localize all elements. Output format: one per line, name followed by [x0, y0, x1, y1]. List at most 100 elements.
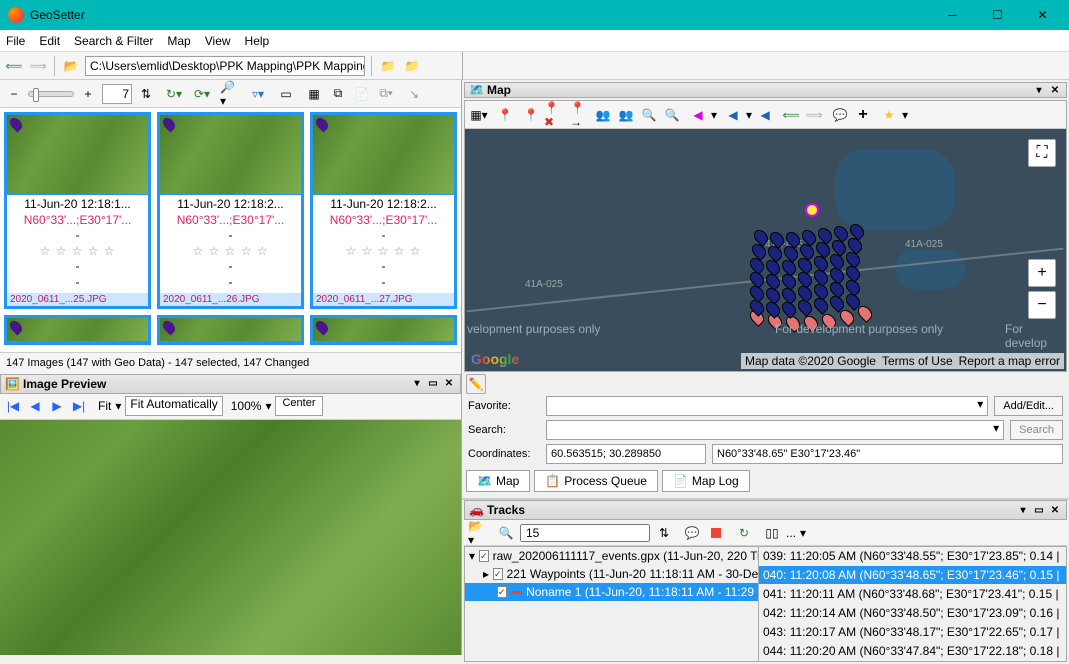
tree-noname-row[interactable]: ✓ Noname 1 (11-Jun-20, 11:18:11 AM - 11:… [465, 583, 758, 601]
tracks-point-list[interactable]: 039: 11:20:05 AM (N60°33'48.55"; E30°17'… [759, 547, 1066, 661]
track-open-icon[interactable]: 📂▾ [468, 523, 488, 543]
track-point-row[interactable]: 042: 11:20:14 AM (N60°33'48.50"; E30°17'… [759, 604, 1066, 623]
map-tab-button[interactable]: 🗺️Map [466, 470, 530, 492]
arrow-r-icon[interactable]: ◀ [755, 105, 775, 125]
track-search-icon[interactable]: 🔍 [496, 523, 516, 543]
flag-dd-icon[interactable]: ▾ [711, 108, 717, 122]
addedit-button[interactable]: Add/Edit... [994, 396, 1063, 416]
checkbox[interactable]: ✓ [479, 550, 489, 562]
minimize-button[interactable]: ─ [930, 0, 975, 30]
track-point-row[interactable]: 040: 11:20:08 AM (N60°33'48.65"; E30°17'… [759, 566, 1066, 585]
thumb-zoom-value[interactable] [102, 84, 132, 104]
maximize-button[interactable]: ☐ [975, 0, 1020, 30]
coords-dms-input[interactable] [712, 444, 1063, 464]
pane-restore-icon[interactable]: ▭ [426, 377, 440, 391]
thumbnail-item[interactable]: 11-Jun-20 12:18:1... N60°33'...;E30°17'.… [4, 112, 151, 309]
thumbnail-item[interactable] [157, 315, 304, 345]
thumb-zoom-updown-icon[interactable]: ⇅ [136, 84, 156, 104]
arrow-l-dd-icon[interactable]: ▾ [746, 108, 752, 122]
tracks-tree[interactable]: ▾ ✓ raw_202006111117_events.gpx (11-Jun-… [465, 547, 759, 661]
star-icon[interactable]: ★ [879, 105, 899, 125]
map-menu-icon[interactable]: ▾ [1032, 83, 1046, 97]
menu-search-filter[interactable]: Search & Filter [74, 34, 153, 48]
map-back-icon[interactable]: ⟸ [781, 105, 801, 125]
track-spinner[interactable] [520, 524, 650, 542]
users-find2-icon[interactable]: 🔍 [662, 105, 682, 125]
export-icon[interactable]: ↘ [404, 84, 424, 104]
tracks-restore-icon[interactable]: ▭ [1032, 503, 1046, 517]
center-button[interactable]: Center [275, 396, 322, 416]
track-layout-icon[interactable]: ▯▯ [762, 523, 782, 543]
map-fwd-icon[interactable]: ⟹ [804, 105, 824, 125]
fullscreen-icon[interactable]: ⛶ [1028, 139, 1056, 167]
thumbnail-pane[interactable]: 11-Jun-20 12:18:1... N60°33'...;E30°17'.… [0, 108, 461, 352]
star-dd-icon[interactable]: ▾ [902, 108, 908, 122]
flag-icon[interactable]: ◀ [688, 105, 708, 125]
map-credit[interactable]: Terms of Use [882, 354, 953, 368]
track-stop-icon[interactable] [706, 523, 726, 543]
track-updown-icon[interactable]: ⇅ [654, 523, 674, 543]
tracks-menu-icon[interactable]: ▾ [1016, 503, 1030, 517]
copy-icon[interactable]: ⧉ [328, 84, 348, 104]
prev-back-icon[interactable]: ◀ [26, 397, 44, 415]
coords-decimal-input[interactable] [546, 444, 706, 464]
comment-icon[interactable]: 💬 [830, 105, 850, 125]
track-comment-icon[interactable]: 💬 [682, 523, 702, 543]
marker-red-icon[interactable]: 📍 [521, 105, 541, 125]
selected-marker-icon[interactable] [805, 203, 819, 217]
tree-file-row[interactable]: ▾ ✓ raw_202006111117_events.gpx (11-Jun-… [465, 547, 758, 565]
thumb-zoom-slider[interactable] [28, 91, 74, 97]
track-sync-icon[interactable]: ↻ [734, 523, 754, 543]
thumb-rating[interactable]: ☆ ☆ ☆ ☆ ☆ [11, 244, 144, 260]
thumbnail-item[interactable] [4, 315, 151, 345]
thumb-zoomout-icon[interactable]: − [4, 84, 24, 104]
process-queue-button[interactable]: 📋Process Queue [534, 470, 658, 492]
map-close-icon[interactable]: ✕ [1048, 83, 1062, 97]
thumb-zoomin-icon[interactable]: + [78, 84, 98, 104]
explore-icon[interactable]: 📁 [378, 56, 398, 76]
zoom-in-button[interactable]: + [1028, 259, 1056, 287]
expand-icon[interactable]: ▸ [483, 567, 489, 581]
reload-folder-icon[interactable]: ⟳▾ [192, 84, 212, 104]
thumbnail-item[interactable]: 11-Jun-20 12:18:2... N60°33'...;E30°17'.… [310, 112, 457, 309]
details-icon[interactable]: ▦ [304, 84, 324, 104]
users-find-icon[interactable]: 🔍 [639, 105, 659, 125]
marker-gray-icon[interactable]: 📍→ [570, 105, 590, 125]
users-icon[interactable]: 👥 [593, 105, 613, 125]
menu-view[interactable]: View [205, 34, 231, 48]
prev-last-icon[interactable]: ▶| [70, 397, 88, 415]
refresh-icon[interactable]: ↻▾ [164, 84, 184, 104]
tracks-close-icon[interactable]: ✕ [1048, 503, 1062, 517]
fit-dropdown-arrow-icon[interactable]: ▾ [115, 399, 121, 413]
preview-image[interactable] [0, 420, 461, 656]
marker-cluster[interactable] [745, 219, 885, 329]
track-point-row[interactable]: 044: 11:20:20 AM (N60°33'47.84"; E30°17'… [759, 642, 1066, 661]
tree-waypoints-row[interactable]: ▸ ✓ 221 Waypoints (11-Jun-20 11:18:11 AM… [465, 565, 758, 583]
search-button[interactable]: Search [1010, 420, 1063, 440]
add-icon[interactable]: + [853, 105, 873, 125]
thumb-rating[interactable]: ☆ ☆ ☆ ☆ ☆ [164, 244, 297, 260]
prev-first-icon[interactable]: |◀ [4, 397, 22, 415]
favorite-combo[interactable]: ▾ [546, 396, 988, 416]
map-log-button[interactable]: 📄Map Log [662, 470, 750, 492]
thumb-rating[interactable]: ☆ ☆ ☆ ☆ ☆ [317, 244, 450, 260]
arrow-l-icon[interactable]: ◀ [723, 105, 743, 125]
track-more[interactable]: ... [786, 526, 796, 540]
track-point-row[interactable]: 039: 11:20:05 AM (N60°33'48.55"; E30°17'… [759, 547, 1066, 566]
path-input[interactable]: C:\Users\emlid\Desktop\PPK Mapping\PPK M… [85, 56, 365, 76]
checkbox[interactable]: ✓ [493, 568, 503, 580]
find-icon[interactable]: 🔎▾ [220, 84, 240, 104]
marker-red-del-icon[interactable]: 📍✖ [544, 105, 564, 125]
pane-close-icon[interactable]: ✕ [442, 377, 456, 391]
menu-help[interactable]: Help [245, 34, 270, 48]
edit-pencil-icon[interactable]: ✏️ [466, 374, 486, 394]
nav-back-icon[interactable]: ⟸ [4, 56, 24, 76]
prev-fwd-icon[interactable]: ▶ [48, 397, 66, 415]
checkbox[interactable]: ✓ [497, 586, 507, 598]
users2-icon[interactable]: 👥 [616, 105, 636, 125]
marker-yellow-icon[interactable]: 📍 [495, 105, 515, 125]
map-tool-pan-icon[interactable]: ▦▾ [469, 105, 489, 125]
thumbnail-item[interactable] [310, 315, 457, 345]
paste-icon[interactable]: 📄 [352, 84, 372, 104]
map-credit[interactable]: Map data ©2020 Google [745, 354, 876, 368]
